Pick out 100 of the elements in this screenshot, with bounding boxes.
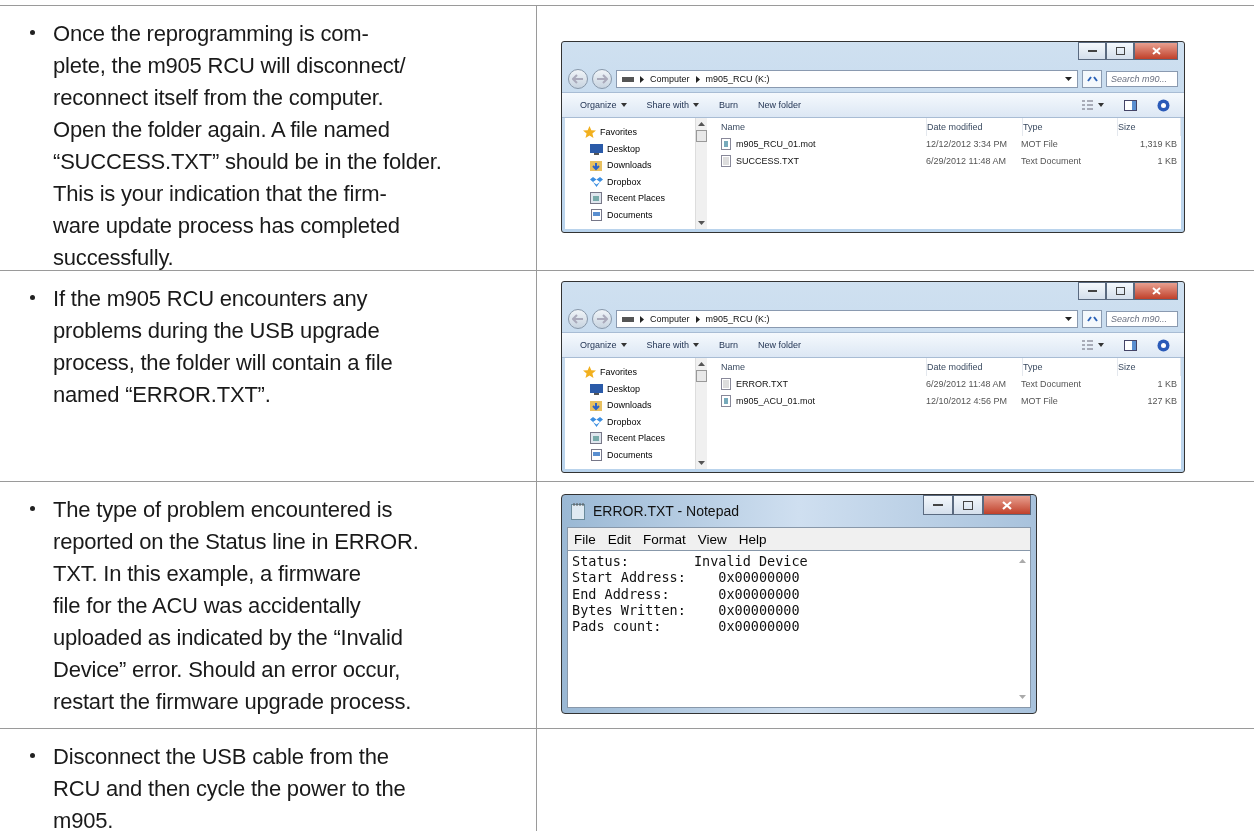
column-header[interactable]: Date modified xyxy=(927,118,1023,136)
minimize-icon xyxy=(1087,289,1097,293)
minimize-icon xyxy=(1087,49,1097,53)
toolbar-button[interactable]: Burn xyxy=(719,340,739,350)
file-size: 1 KB xyxy=(1156,379,1177,390)
file-name[interactable]: m905_RCU_01.mot xyxy=(736,139,816,150)
file-name[interactable]: SUCCESS.TXT xyxy=(736,155,799,166)
file-name[interactable]: m905_ACU_01.mot xyxy=(736,395,816,406)
sidebar-item[interactable]: Desktop xyxy=(607,143,641,154)
dropdown-icon xyxy=(1065,77,1072,81)
drive-icon xyxy=(622,316,634,322)
sidebar-item[interactable]: Dropbox xyxy=(607,416,642,427)
sidebar-item[interactable]: Downloads xyxy=(607,160,652,171)
toolbar-button[interactable]: Share with xyxy=(646,340,700,350)
toolbar-button[interactable]: Burn xyxy=(719,100,739,110)
column-header[interactable]: Type xyxy=(1023,358,1118,376)
close-button[interactable] xyxy=(1134,282,1178,300)
menu-item[interactable]: Format xyxy=(643,531,686,547)
maximize-icon xyxy=(1115,287,1125,295)
breadcrumb-item[interactable]: Computer xyxy=(650,74,690,84)
column-header[interactable]: Date modified xyxy=(927,358,1023,376)
breadcrumb-item[interactable]: m905_RCU (K:) xyxy=(705,74,770,84)
sidebar-item[interactable]: Recent Places xyxy=(607,433,666,444)
file-size: 1,319 KB xyxy=(1138,139,1177,150)
sidebar-item[interactable]: Dropbox xyxy=(607,176,642,187)
menu-item[interactable]: View xyxy=(697,531,727,547)
maximize-icon xyxy=(1115,47,1125,55)
view-options-icon[interactable] xyxy=(1082,340,1104,350)
toolbar-button[interactable]: Share with xyxy=(646,100,700,110)
close-icon xyxy=(1151,287,1161,295)
column-header[interactable]: Size xyxy=(1118,118,1181,136)
sidebar-item[interactable]: Documents xyxy=(607,209,653,220)
forward-arrow-icon xyxy=(596,314,608,324)
toolbar-button[interactable]: Organize xyxy=(580,100,627,110)
places-icon xyxy=(590,432,603,445)
bullet-icon xyxy=(30,753,35,758)
folder-icon xyxy=(590,399,603,412)
scrollbar[interactable] xyxy=(695,358,707,469)
file-type: Text Document xyxy=(1021,379,1083,390)
sidebar-item[interactable]: Recent Places xyxy=(607,193,666,204)
document-icon xyxy=(590,448,603,461)
bullet-icon xyxy=(30,506,35,511)
bullet-icon xyxy=(30,295,35,300)
menu-item[interactable]: Edit xyxy=(607,531,632,547)
scrollbar[interactable] xyxy=(695,118,707,229)
caret-icon xyxy=(693,343,700,347)
maximize-button[interactable] xyxy=(953,495,983,515)
sidebar-item[interactable]: Downloads xyxy=(607,400,652,411)
file-name[interactable]: ERROR.TXT xyxy=(736,379,788,390)
preview-pane-icon[interactable] xyxy=(1124,99,1137,111)
scroll-thumb[interactable] xyxy=(696,370,707,382)
menu-item[interactable]: Help xyxy=(738,531,767,547)
refresh-button[interactable] xyxy=(1082,310,1102,328)
column-header[interactable]: Type xyxy=(1023,118,1118,136)
maximize-button[interactable] xyxy=(1106,42,1134,60)
scroll-up-icon[interactable] xyxy=(698,122,705,126)
close-button[interactable] xyxy=(983,495,1031,515)
caret-icon xyxy=(693,103,700,107)
close-icon xyxy=(1002,500,1012,510)
minimize-button[interactable] xyxy=(1078,282,1106,300)
search-field[interactable]: Search m90... xyxy=(1106,71,1178,87)
dropdown-icon xyxy=(1065,317,1072,321)
maximize-button[interactable] xyxy=(1106,282,1134,300)
drive-icon xyxy=(622,76,634,82)
toolbar-button[interactable]: New folder xyxy=(758,340,802,350)
file-date: 12/12/2012 3:34 PM xyxy=(926,139,1009,150)
toolbar-button[interactable]: Organize xyxy=(580,340,627,350)
sidebar-item[interactable]: Desktop xyxy=(607,383,641,394)
places-icon xyxy=(590,192,603,205)
column-header[interactable]: Name xyxy=(721,118,927,136)
scroll-thumb[interactable] xyxy=(696,130,707,142)
file-icon xyxy=(721,138,731,151)
toolbar-button[interactable]: New folder xyxy=(758,100,802,110)
minimize-button[interactable] xyxy=(923,495,953,515)
search-field[interactable]: Search m90... xyxy=(1106,311,1178,327)
minimize-button[interactable] xyxy=(1078,42,1106,60)
scroll-down-icon[interactable] xyxy=(698,221,705,225)
sidebar-item[interactable]: Favorites xyxy=(600,367,637,378)
help-icon[interactable] xyxy=(1157,338,1170,352)
column-header[interactable]: Size xyxy=(1118,358,1181,376)
view-options-icon[interactable] xyxy=(1082,100,1104,110)
chevron-icon xyxy=(640,75,644,83)
close-button[interactable] xyxy=(1134,42,1178,60)
desktop-icon xyxy=(590,382,603,395)
back-arrow-icon xyxy=(572,74,584,84)
breadcrumb-item[interactable]: m905_RCU (K:) xyxy=(705,314,770,324)
address-bar[interactable]: Computer m905_RCU (K:) xyxy=(616,310,1078,328)
address-bar[interactable]: Computer m905_RCU (K:) xyxy=(616,70,1078,88)
preview-pane-icon[interactable] xyxy=(1124,339,1137,351)
scroll-up-icon[interactable] xyxy=(698,362,705,366)
sidebar-item[interactable]: Favorites xyxy=(600,127,637,138)
help-icon[interactable] xyxy=(1157,98,1170,112)
sidebar-item[interactable]: Documents xyxy=(607,449,653,460)
refresh-button[interactable] xyxy=(1082,70,1102,88)
menu-item[interactable]: File xyxy=(574,531,596,547)
file-size: 127 KB xyxy=(1146,395,1177,406)
column-header[interactable]: Name xyxy=(721,358,927,376)
breadcrumb-item[interactable]: Computer xyxy=(650,314,690,324)
scroll-down-icon[interactable] xyxy=(698,461,705,465)
caret-icon xyxy=(620,343,627,347)
